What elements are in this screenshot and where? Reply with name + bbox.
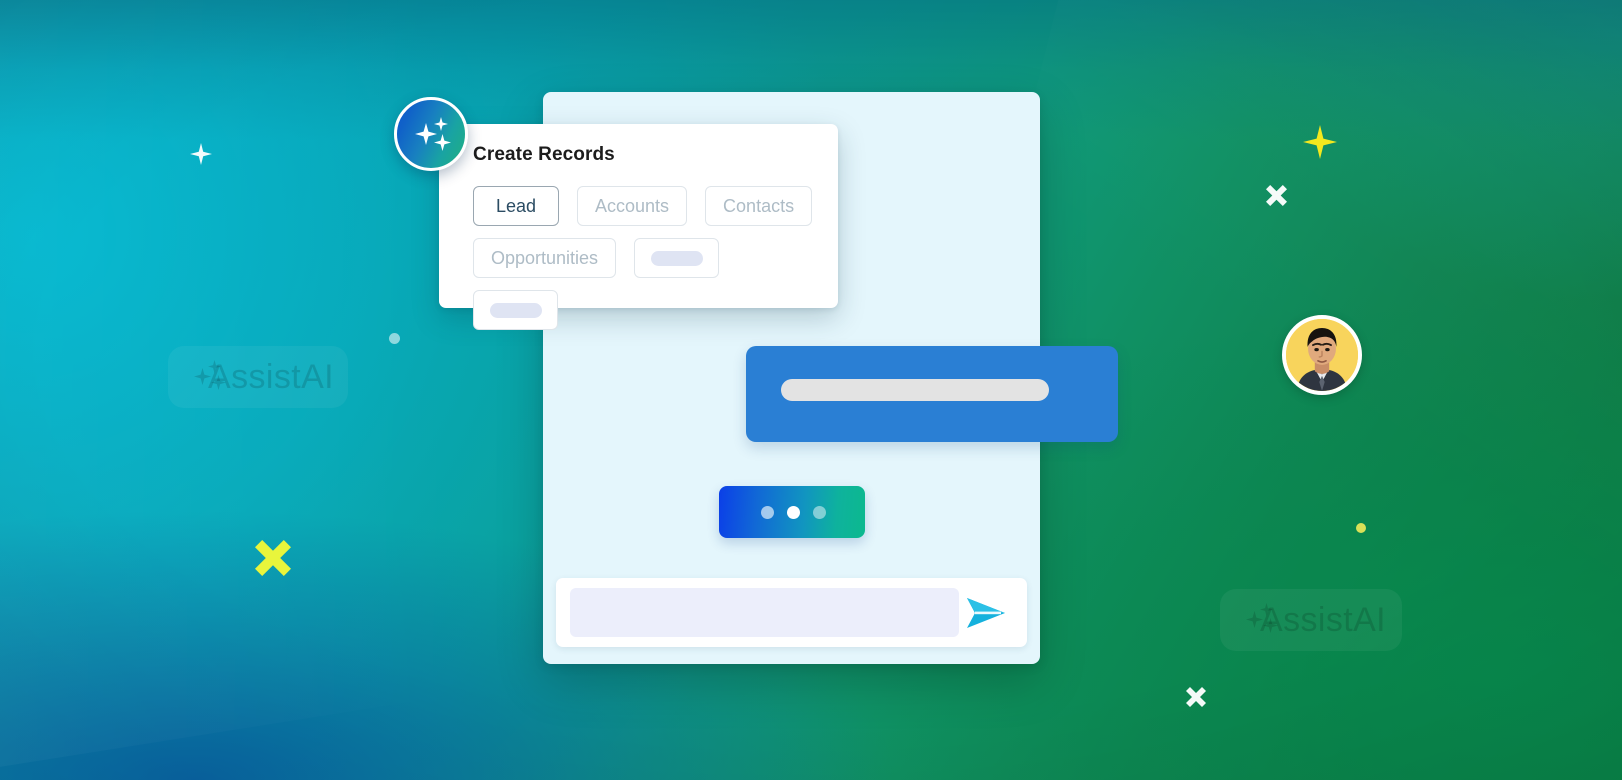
screenshot-stage: AssistAI AssistAI Create Records Lead Ac…	[0, 0, 1622, 780]
message-input[interactable]	[570, 588, 959, 637]
message-text-placeholder	[781, 379, 1049, 401]
typing-dot	[787, 505, 800, 519]
chip-skeleton	[650, 250, 703, 266]
watermark-assistai-left: AssistAI	[168, 346, 348, 408]
record-type-chip-lead[interactable]: Lead	[473, 186, 559, 226]
chip-skeleton	[489, 302, 542, 318]
chat-message-user	[746, 315, 1362, 442]
avatar[interactable]	[1282, 315, 1362, 395]
record-type-chip-contacts[interactable]: Contacts	[705, 186, 813, 226]
ai-assistant-badge[interactable]	[394, 97, 468, 171]
chip-label: Opportunities	[491, 247, 599, 268]
record-type-chip-group: Lead Accounts Contacts Opportunities	[473, 186, 814, 330]
message-composer	[556, 578, 1027, 647]
send-button[interactable]	[959, 586, 1013, 640]
send-icon	[967, 597, 1005, 628]
sparkle-icon	[415, 117, 455, 157]
record-type-chip-placeholder[interactable]	[634, 238, 720, 278]
typing-dot	[761, 505, 774, 519]
card-title: Create Records	[473, 144, 615, 165]
chip-label: Contacts	[723, 195, 795, 216]
watermark-label: AssistAI	[208, 357, 335, 396]
chip-label: Lead	[495, 195, 537, 216]
record-type-chip-opportunities[interactable]: Opportunities	[473, 238, 617, 278]
record-type-chip-accounts[interactable]: Accounts	[577, 186, 688, 226]
typing-dot	[813, 505, 826, 519]
chip-label: Accounts	[595, 195, 670, 216]
create-records-card: Create Records Lead Accounts Contacts Oppor…	[439, 124, 838, 330]
watermark-assistai-right: AssistAI	[1220, 589, 1402, 651]
avatar-image	[1286, 319, 1358, 391]
typing-indicator	[719, 486, 865, 538]
record-type-chip-placeholder[interactable]	[473, 290, 558, 330]
message-bubble[interactable]	[746, 346, 1118, 442]
watermark-label: AssistAI	[1260, 600, 1387, 639]
